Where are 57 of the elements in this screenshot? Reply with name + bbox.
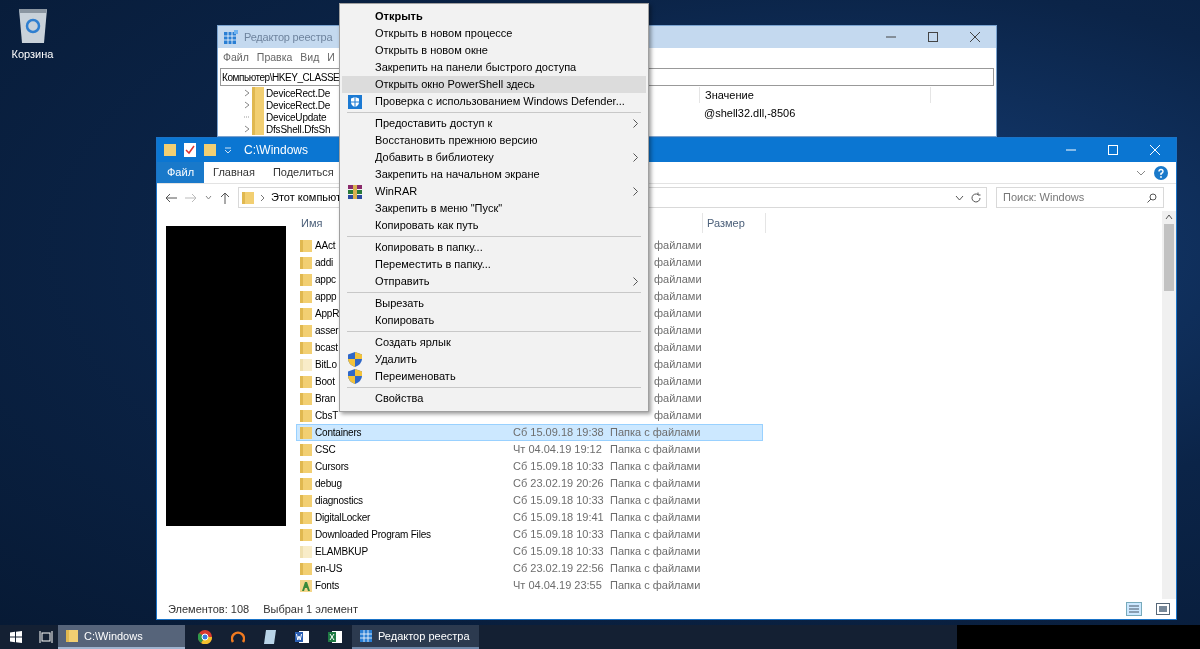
type-cell-text: Папка с файлами <box>610 510 701 526</box>
type-cell-text: Папка с файлами <box>610 442 701 458</box>
file-name: Fonts <box>315 579 339 593</box>
file-name: DigitalLocker <box>315 511 371 525</box>
type-cell-text: файлами <box>654 255 702 271</box>
file-name: Containers <box>315 426 362 440</box>
type-cell-text: Папка с файлами <box>610 476 701 492</box>
date-cell-text: Сб 23.02.19 20:26 <box>513 476 605 492</box>
type-cell-text: файлами <box>654 408 702 424</box>
type-cell-text: файлами <box>654 272 702 288</box>
file-name: AAct <box>315 239 336 253</box>
type-cell-text: файлами <box>654 289 702 305</box>
file-name: Bran <box>315 392 336 406</box>
file-name: bcast <box>315 341 338 355</box>
type-cell-text: Папка с файлами <box>610 544 701 560</box>
date-cell-text: Сб 23.02.19 22:56 <box>513 561 605 577</box>
value-cell-text: @shell32.dll,-8506 <box>703 106 797 121</box>
date-cell-text: Сб 15.09.18 10:33 <box>513 493 605 509</box>
window-title: C:\Windows <box>244 142 308 159</box>
date-cell-text: Сб 15.09.18 19:41 <box>513 510 605 526</box>
type-cell-text: файлами <box>654 374 702 390</box>
file-name: asser <box>315 324 339 338</box>
file-name: AppR <box>315 307 340 321</box>
type-cell-text: Папка с файлами <box>610 459 701 475</box>
type-cell-text: файлами <box>654 306 702 322</box>
type-cell-text: файлами <box>654 238 702 254</box>
window-title: Редактор реестра <box>244 29 333 45</box>
type-cell-text: файлами <box>654 340 702 356</box>
type-cell-text: файлами <box>654 323 702 339</box>
file-name: Cursors <box>315 460 349 474</box>
file-name: Downloaded Program Files <box>315 528 431 542</box>
type-cell-text: файлами <box>654 357 702 373</box>
file-name: appp <box>315 290 337 304</box>
date-cell-text: Чт 04.04.19 23:55 <box>513 578 603 594</box>
type-cell-text: Папка с файлами <box>610 578 701 594</box>
date-cell-text: Сб 15.09.18 10:33 <box>513 544 605 560</box>
file-name: addi <box>315 256 334 270</box>
type-cell-text: Папка с файлами <box>610 425 701 441</box>
date-cell-text: Сб 15.09.18 10:33 <box>513 527 605 543</box>
status-text: Элементов: 108 <box>168 601 250 617</box>
date-cell-text: Сб 15.09.18 19:38 <box>513 425 605 441</box>
file-name: en-US <box>315 562 343 576</box>
file-name: ELAMBKUP <box>315 545 368 559</box>
file-name: CbsT <box>315 409 339 423</box>
type-cell-text: Папка с файлами <box>610 561 701 577</box>
file-name: Boot <box>315 375 335 389</box>
status-text: Выбран 1 элемент <box>263 601 358 617</box>
file-name: diagnostics <box>315 494 363 508</box>
type-cell-text: файлами <box>654 391 702 407</box>
type-cell-text: Папка с файлами <box>610 527 701 543</box>
file-name: CSC <box>315 443 336 457</box>
type-cell-text: Папка с файлами <box>610 493 701 509</box>
file-name: debug <box>315 477 342 491</box>
date-cell-text: Сб 15.09.18 10:33 <box>513 459 605 475</box>
file-name: BitLo <box>315 358 337 372</box>
date-cell-text: Чт 04.04.19 19:12 <box>513 442 603 458</box>
file-name: appc <box>315 273 336 287</box>
